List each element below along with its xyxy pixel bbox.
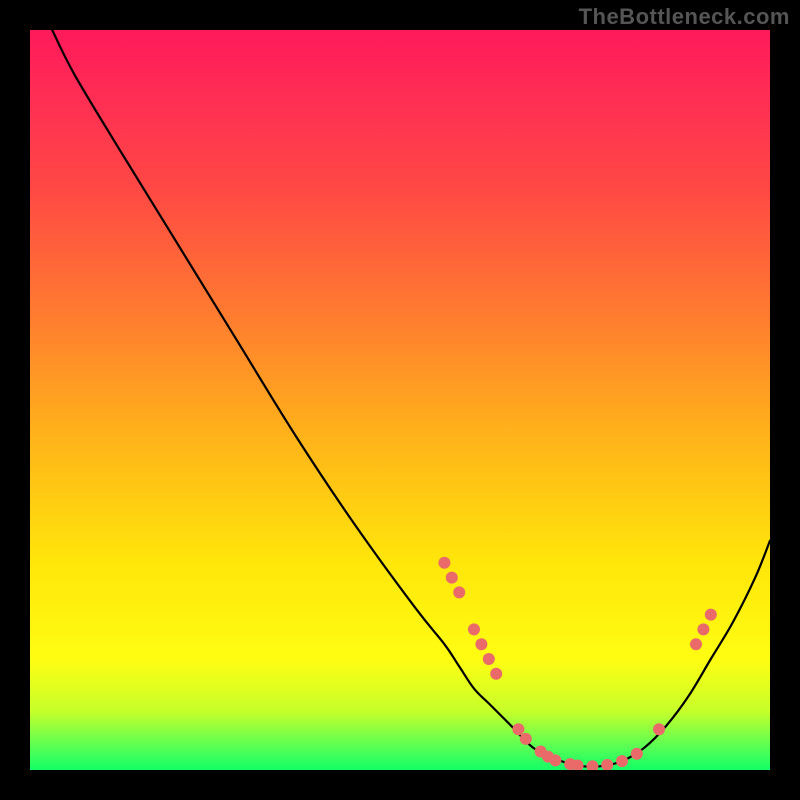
curve-marker: [520, 733, 532, 745]
plot-area: [30, 30, 770, 770]
curve-marker: [475, 638, 487, 650]
curve-marker: [601, 759, 613, 770]
curve-marker: [697, 623, 709, 635]
curve-marker: [468, 623, 480, 635]
chart-frame: TheBottleneck.com: [0, 0, 800, 800]
curve-marker: [483, 653, 495, 665]
curve-marker: [512, 723, 524, 735]
curve-marker: [690, 638, 702, 650]
watermark-text: TheBottleneck.com: [579, 4, 790, 30]
curve-marker: [438, 557, 450, 569]
curve-markers: [438, 557, 716, 770]
curve-marker: [616, 755, 628, 767]
curve-marker: [631, 748, 643, 760]
bottleneck-curve: [52, 30, 770, 767]
curve-marker: [586, 760, 598, 770]
curve-marker: [453, 586, 465, 598]
curve-marker: [446, 572, 458, 584]
curve-marker: [549, 754, 561, 766]
chart-svg: [30, 30, 770, 770]
curve-marker: [705, 609, 717, 621]
curve-marker: [490, 668, 502, 680]
curve-marker: [653, 723, 665, 735]
